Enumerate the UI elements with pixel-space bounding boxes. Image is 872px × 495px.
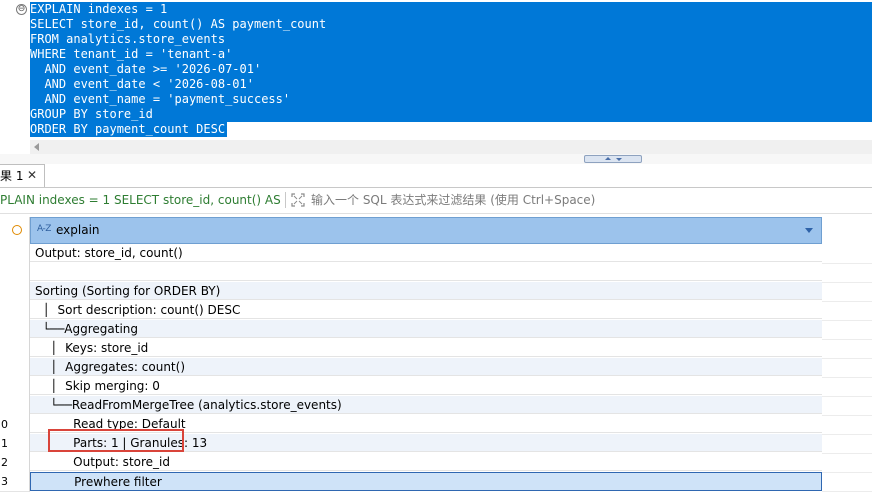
grid-header: A-Z explain: [0, 217, 872, 244]
explain-cell[interactable]: Sorting (Sorting for ORDER BY): [30, 282, 822, 300]
result-tab-bar: 果 1 ✕: [0, 164, 872, 188]
table-row[interactable]: └──Aggregating: [0, 320, 872, 340]
table-row[interactable]: │ Keys: store_id: [0, 339, 872, 359]
column-header-explain[interactable]: A-Z explain: [30, 217, 822, 244]
row-number: [0, 263, 30, 283]
sql-editor[interactable]: ⊖ EXPLAIN indexes = 1 SELECT store_id, c…: [0, 0, 872, 140]
row-number: 1: [0, 434, 30, 454]
chevron-down-icon[interactable]: [805, 228, 813, 233]
row-number: [0, 358, 30, 378]
row-filler: [822, 320, 872, 340]
explain-cell[interactable]: Output: store_id, count(): [30, 244, 822, 262]
row-number: 0: [0, 415, 30, 435]
row-number: [0, 396, 30, 416]
grid-corner[interactable]: [0, 217, 30, 244]
explain-cell[interactable]: └──Aggregating: [30, 320, 822, 338]
result-grid: A-Z explain Output: store_id, count() So…: [0, 214, 872, 495]
row-number-icon: [12, 225, 22, 235]
table-row[interactable]: [0, 263, 872, 283]
splitter-grip[interactable]: [584, 155, 642, 163]
filter-bar: PLAIN indexes = 1 SELECT store_id, count…: [0, 188, 872, 214]
row-number: [0, 339, 30, 359]
table-row[interactable]: │ Sort description: count() DESC: [0, 301, 872, 321]
row-number: 2: [0, 453, 30, 473]
row-filler: [822, 301, 872, 321]
tab-result-1[interactable]: 果 1 ✕: [0, 164, 45, 187]
explain-cell[interactable]: │ Aggregates: count(): [30, 358, 822, 376]
tab-label: 果 1: [0, 169, 24, 183]
row-number: [0, 282, 30, 302]
row-number: [0, 301, 30, 321]
table-row[interactable]: └──ReadFromMergeTree (analytics.store_ev…: [0, 396, 872, 416]
filter-input[interactable]: [311, 191, 851, 209]
explain-cell[interactable]: │ Skip merging: 0: [30, 377, 822, 395]
close-icon[interactable]: ✕: [27, 168, 37, 182]
row-filler: [822, 244, 872, 264]
sql-line[interactable]: WHERE tenant_id = 'tenant-a': [30, 47, 872, 62]
row-filler: [822, 339, 872, 359]
table-row[interactable]: │ Aggregates: count(): [0, 358, 872, 378]
annotation-highlight-box: [48, 429, 184, 452]
explain-cell[interactable]: [30, 263, 822, 281]
sql-line[interactable]: SELECT store_id, count() AS payment_coun…: [30, 17, 872, 32]
sql-line[interactable]: GROUP BY store_id: [30, 107, 872, 122]
row-filler: [822, 472, 872, 492]
fold-toggle-icon[interactable]: ⊖: [16, 4, 27, 15]
row-filler: [822, 377, 872, 397]
sql-line[interactable]: EXPLAIN indexes = 1: [30, 2, 872, 17]
table-row-selected[interactable]: 3 Prewhere filter: [0, 472, 872, 492]
row-filler: [822, 263, 872, 283]
column-label: explain: [56, 223, 100, 237]
collapse-up-icon[interactable]: [605, 157, 611, 160]
row-filler: [822, 434, 872, 454]
row-filler: [822, 396, 872, 416]
row-number: [0, 377, 30, 397]
explain-cell[interactable]: │ Sort description: count() DESC: [30, 301, 822, 319]
table-row[interactable]: 2 Output: store_id: [0, 453, 872, 473]
table-row[interactable]: Output: store_id, count(): [0, 244, 872, 264]
row-filler: [822, 415, 872, 435]
explain-cell[interactable]: Prewhere filter: [30, 472, 822, 491]
row-filler: [822, 282, 872, 302]
explain-cell[interactable]: │ Keys: store_id: [30, 339, 822, 357]
sql-line[interactable]: FROM analytics.store_events: [30, 32, 872, 47]
editor-horizontal-scrollbar[interactable]: [30, 140, 872, 154]
row-filler: [822, 358, 872, 378]
row-number: [0, 244, 30, 264]
expand-icon[interactable]: [291, 193, 305, 207]
row-filler: [822, 453, 872, 473]
explain-cell[interactable]: Output: store_id: [30, 453, 822, 471]
sql-line[interactable]: ORDER BY payment_count DESC;: [30, 122, 232, 137]
row-number: 3: [0, 472, 30, 492]
sql-line[interactable]: AND event_date >= '2026-07-01': [30, 62, 872, 77]
sort-az-icon: A-Z: [37, 224, 51, 234]
explain-cell[interactable]: └──ReadFromMergeTree (analytics.store_ev…: [30, 396, 822, 414]
sql-line[interactable]: AND event_date < '2026-08-01': [30, 77, 872, 92]
scroll-left-arrow-icon[interactable]: [34, 143, 39, 151]
row-number: [0, 320, 30, 340]
table-row[interactable]: Sorting (Sorting for ORDER BY): [0, 282, 872, 302]
divider: [285, 192, 286, 208]
sql-line[interactable]: AND event_name = 'payment_success': [30, 92, 872, 107]
table-row[interactable]: │ Skip merging: 0: [0, 377, 872, 397]
collapse-down-icon[interactable]: [616, 158, 622, 161]
query-text: PLAIN indexes = 1 SELECT store_id, count…: [0, 193, 284, 207]
